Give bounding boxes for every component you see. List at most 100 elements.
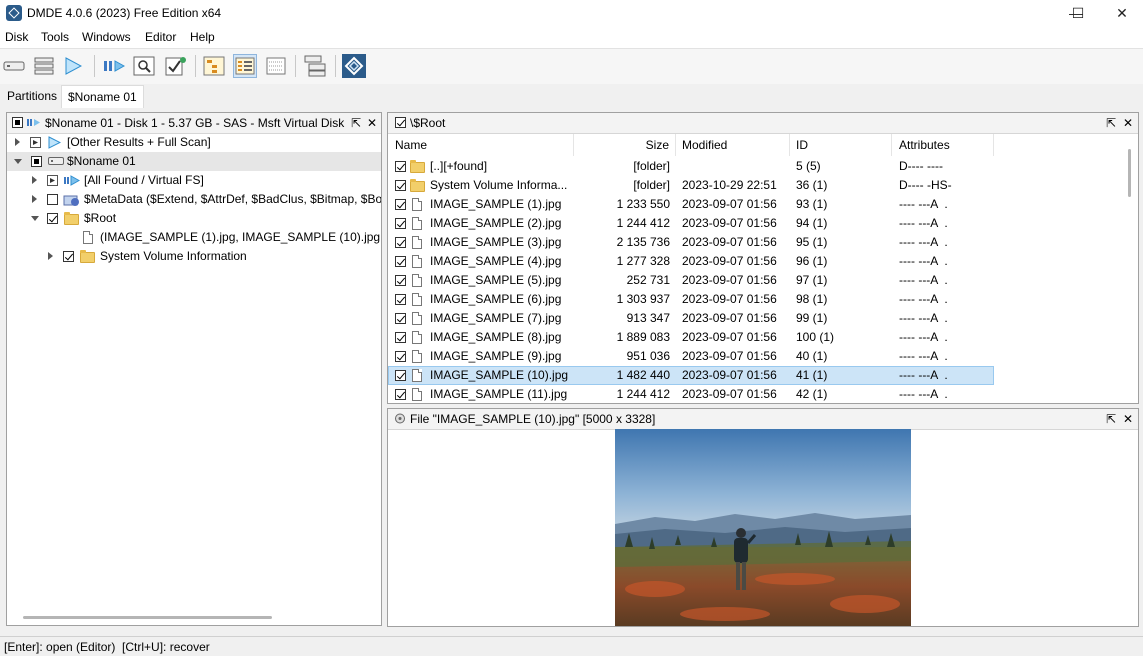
close-window-button[interactable]: ✕ <box>1099 0 1143 26</box>
tree-item-noname-01[interactable]: $Noname 01 <box>7 152 381 171</box>
vertical-scrollbar[interactable] <box>1128 149 1131 197</box>
collapse-icon[interactable] <box>31 216 39 221</box>
file-row[interactable]: IMAGE_SAMPLE (10).jpg 1 482 440 2023-09-07… <box>388 366 994 385</box>
file-size: 1 482 440 <box>616 368 670 382</box>
file-attributes: ---- ---A . <box>899 292 948 306</box>
tree-view-icon <box>203 56 225 76</box>
file-row[interactable]: IMAGE_SAMPLE (9).jpg 951 036 2023-09-07 01… <box>388 347 994 366</box>
menu-windows[interactable]: Windows <box>82 30 131 44</box>
expand-icon[interactable] <box>32 176 37 184</box>
file-modified: 2023-09-07 01:56 <box>682 387 777 401</box>
column-size[interactable]: Size <box>574 134 676 156</box>
tree-item-other-results[interactable]: [Other Results + Full Scan] <box>7 133 381 152</box>
details-view-button[interactable] <box>264 54 288 78</box>
column-id[interactable]: ID <box>790 134 892 156</box>
file-size: 1 244 412 <box>616 387 670 401</box>
close-icon[interactable]: ✕ <box>367 116 377 130</box>
partitions-button[interactable] <box>32 54 56 78</box>
file-attributes: D---- -HS- <box>899 178 952 192</box>
system-volume-checkbox[interactable] <box>63 251 74 262</box>
file-modified: 2023-09-07 01:56 <box>682 349 777 363</box>
file-row[interactable]: IMAGE_SAMPLE (2).jpg 1 244 412 2023-09-07 … <box>388 214 994 233</box>
panels-layout-button[interactable] <box>304 54 328 78</box>
tree-item-metadata[interactable]: $MetaData ($Extend, $AttrDef, $BadClus, … <box>7 190 381 209</box>
volume-checkbox[interactable] <box>12 117 23 128</box>
file-attributes: ---- ---A . <box>899 235 948 249</box>
row-checkbox[interactable] <box>395 332 406 343</box>
row-checkbox[interactable] <box>395 389 406 400</box>
tree-item-files[interactable]: (IMAGE_SAMPLE (1).jpg, IMAGE_SAMPLE (10)… <box>7 228 381 247</box>
file-row[interactable]: [..][+found] [folder] 5 (5) D---- ---- <box>388 157 994 176</box>
menu-tools[interactable]: Tools <box>41 30 69 44</box>
column-attributes[interactable]: Attributes <box>892 134 994 156</box>
collapse-icon[interactable] <box>14 159 22 164</box>
file-id: 94 (1) <box>796 216 828 230</box>
row-checkbox[interactable] <box>395 294 406 305</box>
file-modified: 2023-09-07 01:56 <box>682 368 777 382</box>
row-checkbox[interactable] <box>395 161 406 172</box>
row-checkbox[interactable] <box>395 199 406 210</box>
file-row[interactable]: IMAGE_SAMPLE (6).jpg 1 303 937 2023-09-07 … <box>388 290 994 309</box>
tab-partitions[interactable]: Partitions <box>1 85 63 107</box>
file-row[interactable]: System Volume Informa... [folder] 2023-10-… <box>388 176 994 195</box>
file-row[interactable]: IMAGE_SAMPLE (7).jpg 913 347 2023-09-07 01… <box>388 309 994 328</box>
row-checkbox[interactable] <box>395 218 406 229</box>
file-modified: 2023-09-07 01:56 <box>682 273 777 287</box>
file-row[interactable]: IMAGE_SAMPLE (1).jpg 1 233 550 2023-09-07 … <box>388 195 994 214</box>
tab-noname-01[interactable]: $Noname 01 <box>61 85 144 108</box>
file-attributes: ---- ---A . <box>899 197 948 211</box>
close-icon[interactable]: ✕ <box>1123 116 1133 130</box>
expand-icon[interactable] <box>32 195 37 203</box>
tree-panel-title: $Noname 01 - Disk 1 - 5.37 GB - SAS - Ms… <box>45 116 345 130</box>
file-row[interactable]: IMAGE_SAMPLE (5).jpg 252 731 2023-09-07 01… <box>388 271 994 290</box>
pin-icon[interactable]: ⇱ <box>1106 116 1116 130</box>
document-tabs: Partitions $Noname 01 <box>0 85 1143 108</box>
file-id: 40 (1) <box>796 349 828 363</box>
row-checkbox[interactable] <box>395 237 406 248</box>
select-drive-button[interactable] <box>2 54 26 78</box>
file-name: IMAGE_SAMPLE (8).jpg <box>430 330 562 344</box>
column-name[interactable]: Name <box>388 134 574 156</box>
search-button[interactable] <box>132 54 156 78</box>
select-all-checkbox[interactable] <box>395 117 406 128</box>
file-row[interactable]: IMAGE_SAMPLE (3).jpg 2 135 736 2023-09-07 … <box>388 233 994 252</box>
tree-item-root[interactable]: $Root <box>7 209 381 228</box>
found-icon <box>27 119 40 126</box>
file-row[interactable]: IMAGE_SAMPLE (4).jpg 1 277 328 2023-09-07 … <box>388 252 994 271</box>
tree-item-system-volume[interactable]: System Volume Information <box>7 247 381 266</box>
maximize-button[interactable]: ☐ <box>1055 0 1101 26</box>
dmde-logo-button[interactable] <box>342 54 366 78</box>
row-checkbox[interactable] <box>395 256 406 267</box>
list-view-button[interactable] <box>233 54 257 78</box>
metadata-checkbox[interactable] <box>47 194 58 205</box>
expand-icon[interactable] <box>48 252 53 260</box>
file-attributes: ---- ---A . <box>899 254 948 268</box>
menu-editor[interactable]: Editor <box>145 30 176 44</box>
column-modified[interactable]: Modified <box>676 134 790 156</box>
tree-item-all-found[interactable]: [All Found / Virtual FS] <box>7 171 381 190</box>
file-size: 1 233 550 <box>616 197 670 211</box>
row-checkbox[interactable] <box>395 180 406 191</box>
menu-help[interactable]: Help <box>190 30 215 44</box>
expand-icon[interactable] <box>15 138 20 146</box>
open-volume-button[interactable] <box>61 54 85 78</box>
check-button[interactable] <box>164 54 188 78</box>
row-checkbox[interactable] <box>395 313 406 324</box>
file-row[interactable]: IMAGE_SAMPLE (8).jpg 1 889 083 2023-09-07 … <box>388 328 994 347</box>
tree-view-button[interactable] <box>202 54 226 78</box>
row-checkbox[interactable] <box>395 370 406 381</box>
menu-disk[interactable]: Disk <box>5 30 28 44</box>
root-checkbox[interactable] <box>47 213 58 224</box>
close-icon[interactable]: ✕ <box>1123 412 1133 426</box>
pin-icon[interactable]: ⇱ <box>351 116 361 130</box>
partition-checkbox[interactable] <box>31 156 42 167</box>
file-size: 1 244 412 <box>616 216 670 230</box>
show-found-button[interactable] <box>102 54 126 78</box>
pin-icon[interactable]: ⇱ <box>1106 412 1116 426</box>
row-checkbox[interactable] <box>395 275 406 286</box>
horizontal-scrollbar[interactable] <box>23 616 272 619</box>
row-checkbox[interactable] <box>395 351 406 362</box>
file-name: IMAGE_SAMPLE (7).jpg <box>430 311 562 325</box>
file-icon <box>412 236 422 249</box>
file-row[interactable]: IMAGE_SAMPLE (11).jpg 1 244 412 2023-09-07… <box>388 385 994 403</box>
